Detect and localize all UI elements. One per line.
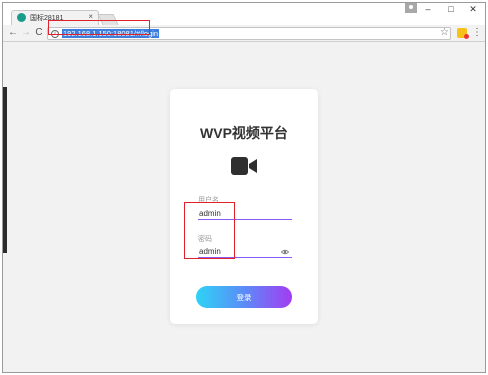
login-title: WVP视频平台 [200, 125, 288, 141]
browser-menu-icon[interactable]: ⋮ [472, 27, 482, 39]
background-window-edge [3, 87, 7, 253]
close-window-button[interactable]: ✕ [462, 3, 484, 15]
video-camera-icon [231, 157, 257, 175]
minimize-button[interactable]: – [417, 3, 439, 15]
extension-icon[interactable] [457, 28, 469, 39]
bookmark-star-icon[interactable]: ☆ [440, 27, 449, 39]
maximize-button[interactable]: □ [440, 3, 462, 15]
browser-window: 国标28181 × – □ ✕ ← → C i 192.168.1.150:18… [2, 2, 486, 373]
login-button[interactable]: 登录 [196, 286, 292, 308]
url-highlight-annotation [48, 20, 150, 35]
favicon-icon [17, 13, 26, 22]
forward-button[interactable]: → [20, 27, 32, 39]
page-content: WVP视频平台 用户名 密码 登录 [3, 43, 485, 372]
reload-button[interactable]: C [33, 27, 45, 39]
credentials-highlight-annotation [184, 202, 235, 259]
profile-icon[interactable] [405, 3, 417, 13]
show-password-icon[interactable] [281, 248, 289, 256]
back-button[interactable]: ← [7, 27, 19, 39]
